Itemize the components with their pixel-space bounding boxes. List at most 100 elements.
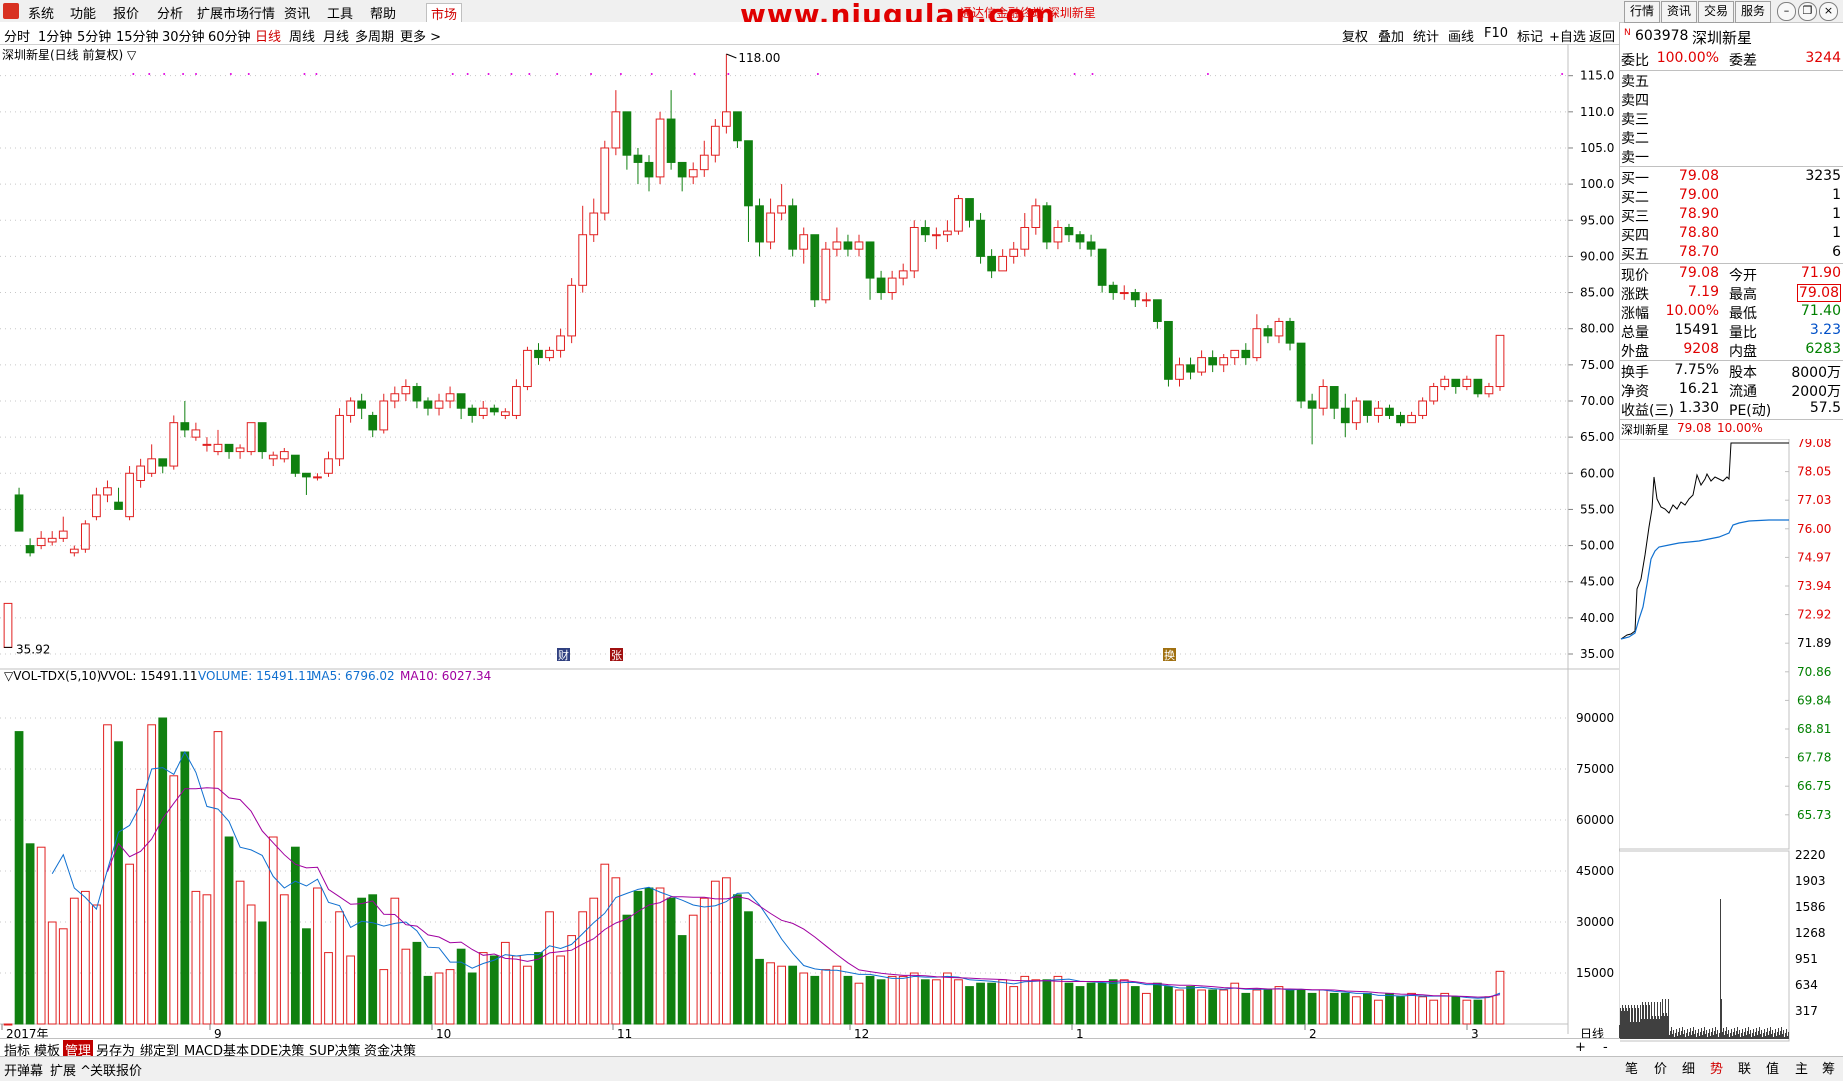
rtab-zhi[interactable]: 值: [1766, 1058, 1779, 1077]
period-1min[interactable]: 1分钟: [38, 26, 72, 45]
candle-body: [257, 422, 267, 453]
zoom-in-icon[interactable]: +: [1575, 1040, 1586, 1055]
market-tab[interactable]: 市场: [426, 3, 463, 24]
buy-row[interactable]: 买三 78.90 1: [1619, 206, 1843, 225]
candle-body: [213, 443, 223, 453]
menu-analysis[interactable]: 分析: [157, 3, 183, 22]
rtab-lian[interactable]: 联: [1738, 1058, 1751, 1077]
buy-row[interactable]: 买二 79.00 1: [1619, 187, 1843, 206]
kline-chart[interactable]: 115.0 110.0 105.0 100.0 95.00 90.00 85.00 80.00…: [0, 44, 1620, 1038]
volume-header-text: MA5: 6796.02: [311, 669, 395, 683]
btn-news[interactable]: 资讯: [1661, 1, 1697, 23]
candle-body: [1429, 386, 1439, 402]
menu-ext-market[interactable]: 扩展市场行情: [197, 3, 275, 22]
period-multi[interactable]: 多周期: [355, 26, 394, 45]
stat-label: 涨跌: [1621, 287, 1649, 303]
date-tick-label: 2: [1309, 1027, 1317, 1038]
sell-row[interactable]: 卖一: [1619, 147, 1843, 166]
period-weekly[interactable]: 周线: [289, 26, 315, 45]
candle-body: [103, 487, 112, 496]
period-daily[interactable]: 日线: [255, 26, 281, 45]
app-logo-icon[interactable]: [3, 3, 19, 19]
candle-body: [556, 335, 565, 351]
rtab-xi[interactable]: 细: [1682, 1058, 1695, 1077]
period-15min[interactable]: 15分钟: [116, 26, 159, 45]
btn-linked-quote[interactable]: 关联报价: [90, 1060, 142, 1079]
tool-fuquan[interactable]: 复权: [1342, 26, 1368, 45]
sell-row[interactable]: 卖二: [1619, 128, 1843, 147]
menu-news[interactable]: 资讯: [284, 3, 310, 22]
rtab-bi[interactable]: 笔: [1625, 1058, 1638, 1077]
rtab-jia[interactable]: 价: [1654, 1058, 1667, 1077]
candle-body: [744, 140, 753, 207]
candle-body: [578, 234, 588, 286]
volume-bar: [1429, 999, 1439, 1025]
tool-stats[interactable]: 统计: [1413, 26, 1439, 45]
stat-value: 1.330: [1678, 400, 1719, 416]
volume-bar: [699, 897, 709, 1025]
volume-bar: [920, 979, 930, 1025]
btn-trade[interactable]: 交易: [1698, 1, 1734, 23]
btn-service[interactable]: 服务: [1735, 1, 1771, 23]
candle-body: [1340, 407, 1350, 424]
buy-volume: 1: [1832, 187, 1841, 203]
tool-overlay[interactable]: 叠加: [1378, 26, 1404, 45]
period-monthly[interactable]: 月线: [323, 26, 349, 45]
tool-f10[interactable]: F10: [1484, 26, 1508, 41]
menu-function[interactable]: 功能: [70, 3, 96, 22]
sell-row[interactable]: 卖四: [1619, 90, 1843, 109]
minimize-icon[interactable]: –: [1777, 2, 1796, 21]
weibi-value: 100.00%: [1656, 50, 1719, 66]
sell-row[interactable]: 卖三: [1619, 109, 1843, 128]
volume-bar: [976, 982, 985, 1025]
period-5min[interactable]: 5分钟: [77, 26, 111, 45]
menu-quote[interactable]: 报价: [113, 3, 139, 22]
volume-bar: [1119, 979, 1129, 1025]
candle-body: [998, 255, 1008, 272]
restore-icon[interactable]: ❐: [1798, 2, 1817, 21]
mini-chart-title[interactable]: 深圳新星 79.08 10.00%: [1619, 421, 1843, 440]
event-dot: [1561, 73, 1564, 75]
close-icon[interactable]: ×: [1819, 2, 1838, 21]
tool-draw[interactable]: 画线: [1448, 26, 1474, 45]
buy-row[interactable]: 买一 79.08 3235: [1619, 168, 1843, 187]
volume-bar: [268, 836, 278, 1025]
buy-row[interactable]: 买五 78.70 6: [1619, 244, 1843, 263]
period-30min[interactable]: 30分钟: [162, 26, 205, 45]
mini-vol-tick: 1586: [1795, 900, 1826, 914]
zoom-out-icon[interactable]: -: [1603, 1040, 1608, 1055]
intraday-mini-chart[interactable]: 79.08 78.05 77.03 76.00 74.97 73.94 72.92 71.89…: [1619, 439, 1843, 1065]
candle-body: [1130, 292, 1140, 301]
rtab-shi[interactable]: 势: [1710, 1058, 1723, 1077]
rtab-chou[interactable]: 筹: [1822, 1058, 1835, 1077]
btn-danmu[interactable]: 开弹幕: [4, 1060, 43, 1079]
sell-row[interactable]: 卖五: [1619, 71, 1843, 90]
period-more[interactable]: 更多 >: [400, 26, 441, 45]
buy-price: 78.70: [1678, 244, 1719, 260]
candle-body: [467, 407, 477, 416]
tool-back[interactable]: 返回: [1589, 26, 1615, 45]
event-dot: [303, 73, 306, 75]
buy-price: 78.80: [1678, 225, 1719, 241]
volume-header-text: ▽VOL-TDX(5,10): [4, 669, 101, 683]
rtab-zhu[interactable]: 主: [1795, 1058, 1808, 1077]
candle-body: [1009, 248, 1019, 257]
sell-label: 卖三: [1621, 112, 1649, 128]
tool-add-watch[interactable]: +自选: [1549, 26, 1586, 45]
tool-mark[interactable]: 标记: [1517, 26, 1543, 45]
weibi-row: 委比 100.00% 委差 3244: [1619, 50, 1843, 69]
btn-expand[interactable]: 扩展 ^: [50, 1060, 91, 1079]
period-fenshi[interactable]: 分时: [4, 26, 30, 45]
btn-market[interactable]: 行情: [1624, 1, 1660, 23]
candle-body: [876, 277, 886, 294]
menu-tools[interactable]: 工具: [327, 3, 353, 22]
buy-row[interactable]: 买四 78.80 1: [1619, 225, 1843, 244]
mini-price: 79.08: [1677, 421, 1712, 435]
menu-help[interactable]: 帮助: [370, 3, 396, 22]
divider: [1619, 360, 1843, 361]
price-tick-label: 105.0: [1580, 141, 1614, 155]
menu-system[interactable]: 系统: [28, 3, 54, 22]
high-pointer: [726, 53, 737, 59]
volume-bar: [1241, 992, 1251, 1025]
period-60min[interactable]: 60分钟: [208, 26, 251, 45]
